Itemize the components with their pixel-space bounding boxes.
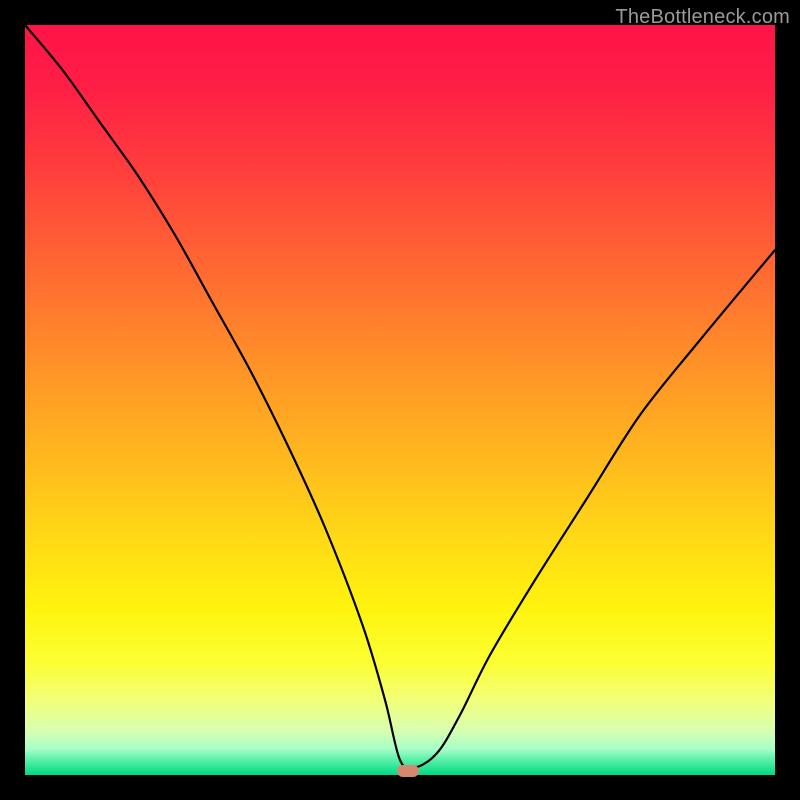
vertex-marker: [397, 765, 419, 777]
bottleneck-curve: [25, 25, 775, 769]
curve-svg: [25, 25, 775, 775]
chart-container: TheBottleneck.com: [0, 0, 800, 800]
plot-area: [25, 25, 775, 775]
